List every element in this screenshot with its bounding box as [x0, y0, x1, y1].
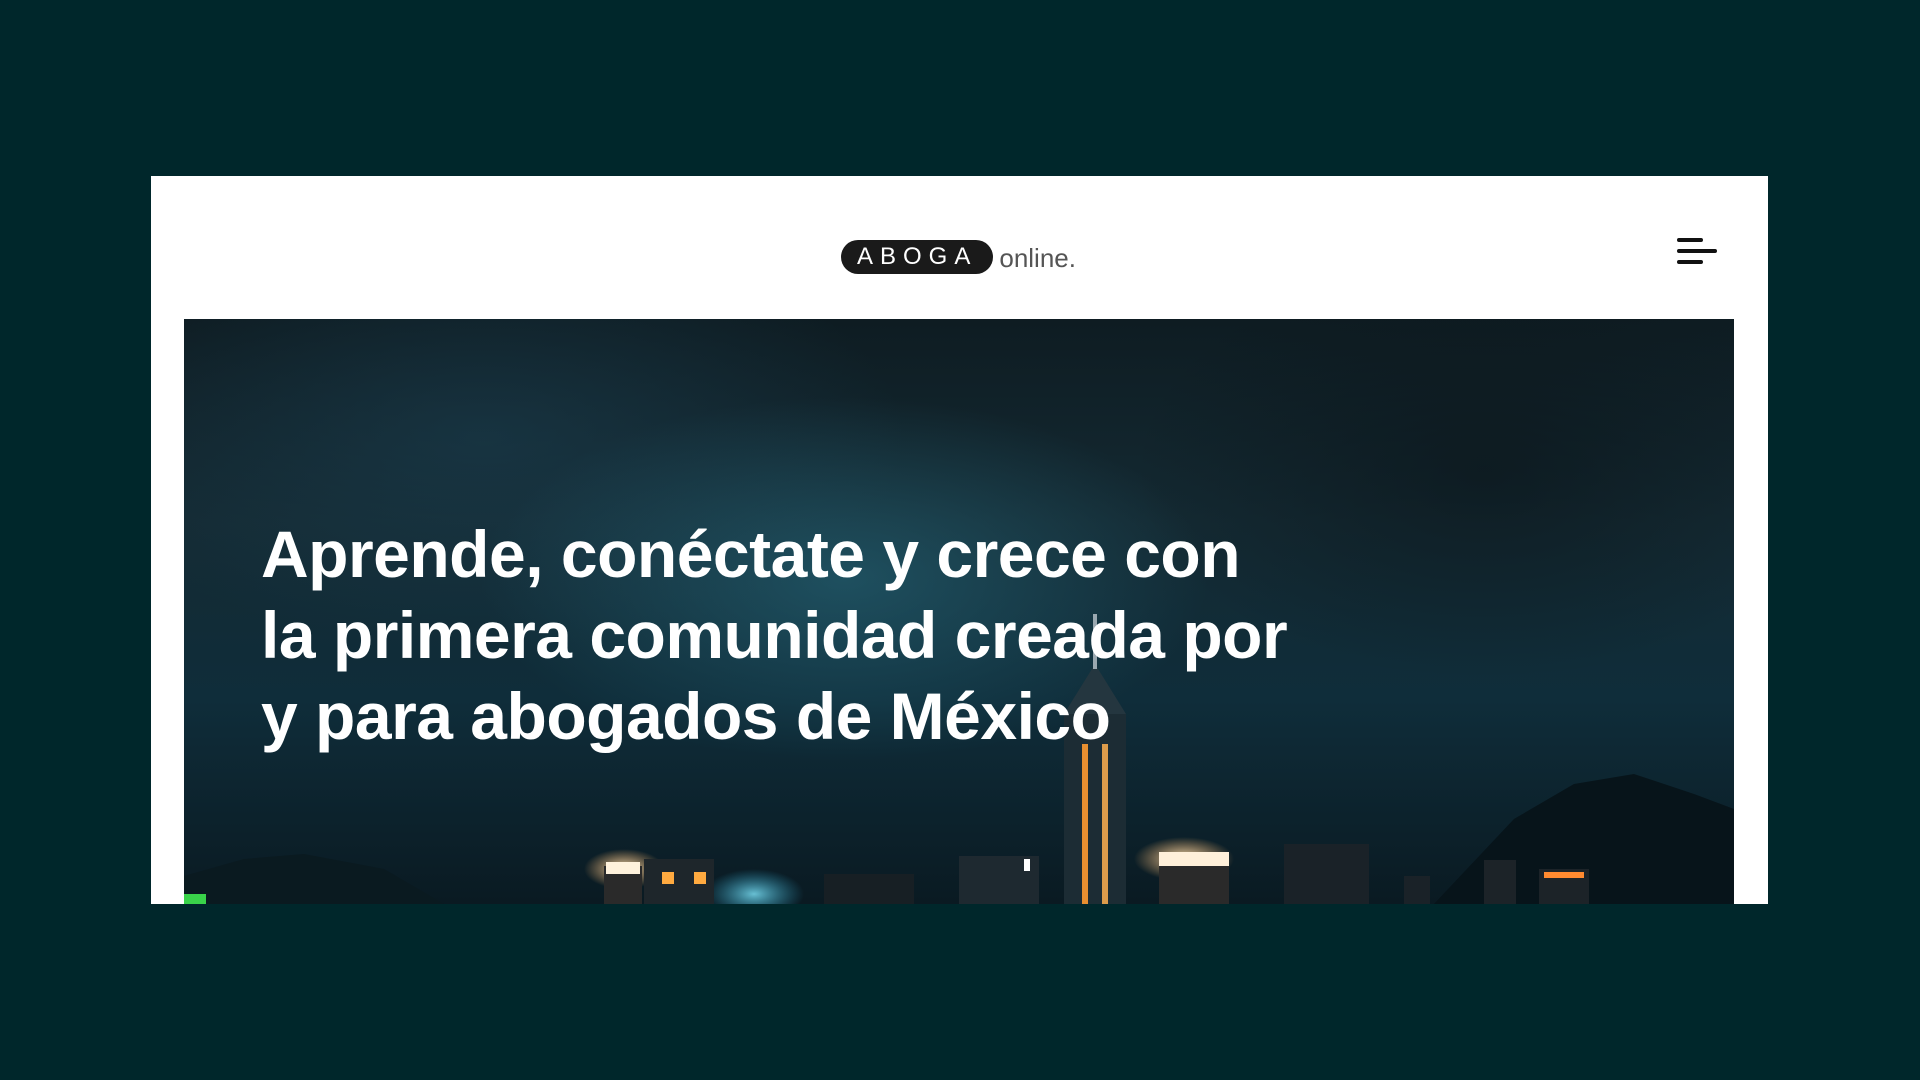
- site-logo[interactable]: ABOGA online.: [841, 239, 1076, 274]
- page-background: ABOGA online. Aprende, conéctate y crece…: [0, 0, 1920, 1080]
- logo-pill: ABOGA: [841, 239, 994, 274]
- logo-suffix: online.: [999, 243, 1076, 273]
- menu-button[interactable]: [1677, 236, 1721, 270]
- hero-title: Aprende, conéctate y crece con la primer…: [261, 517, 1288, 753]
- site-header: ABOGA online.: [151, 176, 1768, 319]
- website-frame: ABOGA online. Aprende, conéctate y crece…: [151, 176, 1768, 904]
- hero-banner: Aprende, conéctate y crece con la primer…: [184, 319, 1734, 904]
